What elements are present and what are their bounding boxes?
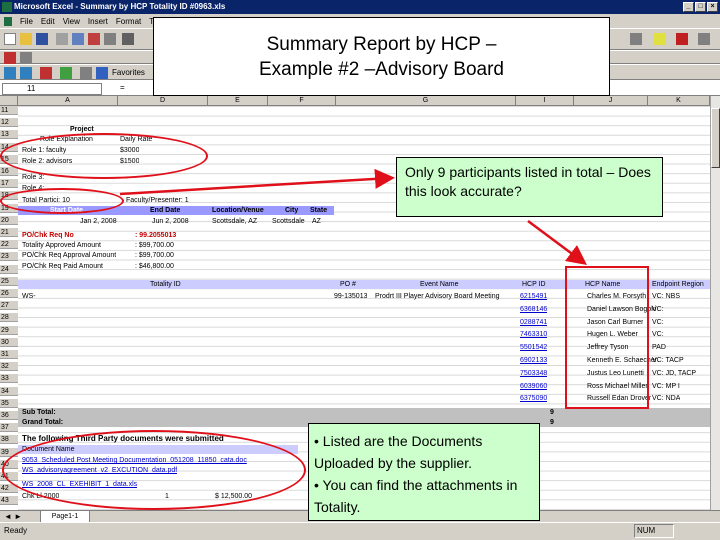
annotation-arrows (119, 168, 588, 265)
arrow-to-hcp-box (527, 219, 588, 265)
arrow-to-callout (119, 168, 395, 196)
